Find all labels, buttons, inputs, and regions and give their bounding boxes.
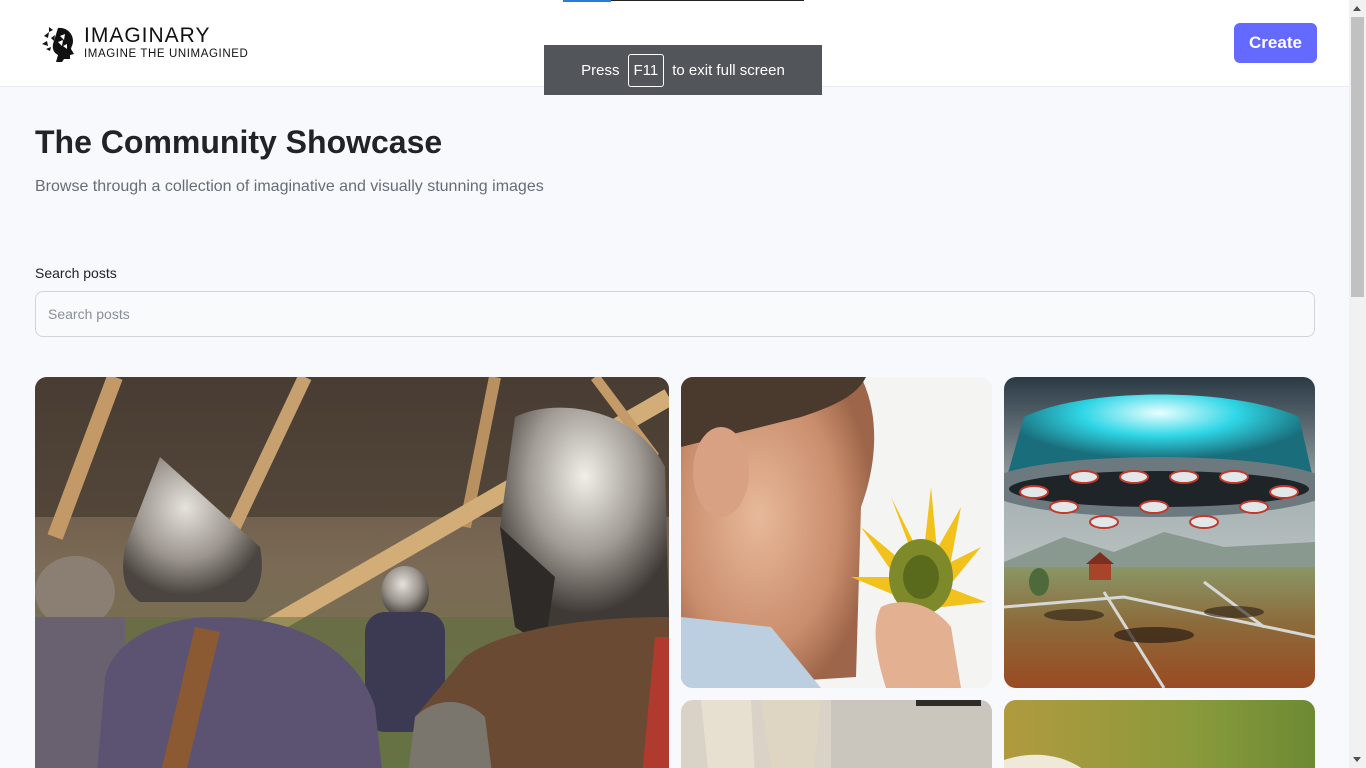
- page-scrollbar[interactable]: [1349, 0, 1366, 768]
- create-button[interactable]: Create: [1234, 23, 1317, 63]
- fullscreen-key: F11: [627, 53, 665, 87]
- scrollbar-thumb[interactable]: [1351, 17, 1364, 297]
- sunflower-image-art: [681, 377, 992, 688]
- man-smelling-sunflower-image[interactable]: [681, 377, 992, 688]
- scroll-up-icon[interactable]: [1353, 6, 1361, 11]
- scroll-down-icon[interactable]: [1353, 757, 1361, 762]
- ufo-over-field-image[interactable]: [1004, 377, 1315, 688]
- knights-in-helmets-image[interactable]: [35, 377, 669, 768]
- logo[interactable]: IMAGINARY IMAGINE THE UNIMAGINED: [40, 24, 248, 62]
- beach-walkers-image[interactable]: [681, 700, 992, 768]
- fullscreen-notice-prefix: Press: [581, 61, 620, 79]
- fullscreen-notice-suffix: to exit full screen: [672, 61, 785, 79]
- ufo-image-art: [1004, 377, 1315, 688]
- browser-tab-accent: [563, 0, 611, 2]
- search-label: Search posts: [35, 265, 117, 281]
- logo-title: IMAGINARY: [84, 24, 211, 48]
- beach-image-art: [681, 700, 992, 768]
- brain-head-icon: [42, 27, 74, 62]
- fullscreen-notice: Press F11 to exit full screen: [544, 45, 822, 95]
- green-image-art: [1004, 700, 1315, 768]
- page-subtitle: Browse through a collection of imaginati…: [35, 178, 544, 195]
- green-textured-image[interactable]: [1004, 700, 1315, 768]
- knights-image-art: [35, 377, 669, 768]
- page-title: The Community Showcase: [35, 124, 443, 160]
- logo-subtitle: IMAGINE THE UNIMAGINED: [84, 48, 249, 61]
- search-input[interactable]: [35, 291, 1315, 337]
